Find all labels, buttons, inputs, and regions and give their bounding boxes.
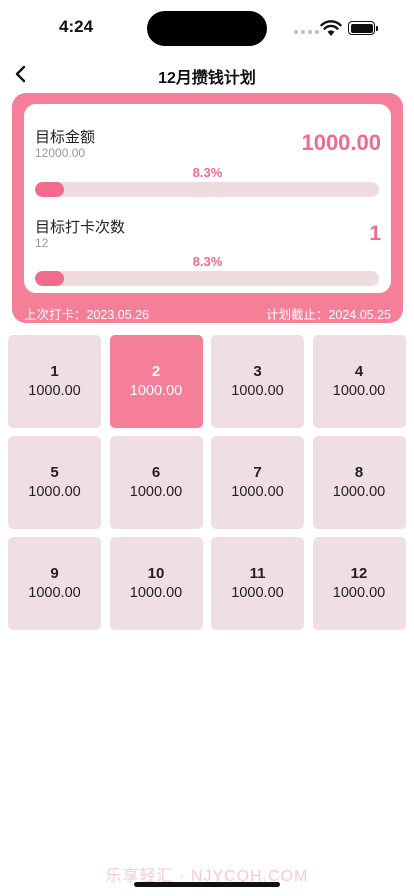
month-number: 1 <box>50 362 59 380</box>
home-indicator <box>134 882 280 887</box>
month-cell-2[interactable]: 2 1000.00 <box>109 335 203 428</box>
page-title: 12月攒钱计划 <box>158 70 256 87</box>
month-number: 3 <box>253 362 262 380</box>
count-value: 1 <box>369 222 381 245</box>
status-bar: 4:24 <box>0 0 414 56</box>
month-amount: 1000.00 <box>28 382 81 399</box>
month-amount: 1000.00 <box>332 584 386 601</box>
month-number: 11 <box>249 564 266 582</box>
status-time: 4:24 <box>59 17 94 36</box>
month-cell-6[interactable]: 6 1000.00 <box>109 436 203 529</box>
signal-icon <box>294 30 319 34</box>
month-number: 7 <box>253 463 262 481</box>
month-cell-1[interactable]: 1 1000.00 <box>8 335 101 428</box>
count-target: 12 <box>35 236 49 250</box>
amount-percent: 8.3% <box>192 165 223 180</box>
wifi-icon <box>320 20 342 36</box>
amount-label: 目标金额 <box>35 129 96 146</box>
month-cell-9[interactable]: 9 1000.00 <box>8 537 101 630</box>
month-amount: 1000.00 <box>129 382 183 399</box>
amount-progress-fill <box>35 182 64 197</box>
month-amount: 1000.00 <box>332 382 386 399</box>
month-number: 5 <box>50 463 59 481</box>
month-amount: 1000.00 <box>332 483 386 500</box>
month-number: 4 <box>354 362 364 380</box>
month-number: 9 <box>50 564 59 582</box>
month-amount: 1000.00 <box>231 584 284 601</box>
month-cell-7[interactable]: 7 1000.00 <box>211 436 304 529</box>
month-cell-3[interactable]: 3 1000.00 <box>211 335 304 428</box>
amount-target: 12000.00 <box>35 146 86 160</box>
count-progress-bar <box>35 271 379 286</box>
month-amount: 1000.00 <box>28 483 81 500</box>
battery-icon <box>348 21 378 35</box>
month-grid: 1 1000.00 2 1000.00 3 1000.00 4 1000.00 5 1000.00… <box>8 335 406 630</box>
plan-summary-inner: 目标金额 12000.00 1000.00 8.3% 目标打卡次数 12 1 8… <box>24 104 391 293</box>
plan-summary-card: 目标金额 12000.00 1000.00 8.3% 目标打卡次数 12 1 8… <box>12 93 403 323</box>
month-amount: 1000.00 <box>129 483 183 500</box>
count-label: 目标打卡次数 <box>35 219 126 236</box>
month-number: 12 <box>350 564 368 582</box>
last-checkin-date: 上次打卡：2023.05.26 <box>24 308 150 322</box>
month-cell-5[interactable]: 5 1000.00 <box>8 436 101 529</box>
count-progress-fill <box>35 271 64 286</box>
month-cell-8[interactable]: 8 1000.00 <box>312 436 406 529</box>
month-number: 10 <box>147 564 165 582</box>
month-amount: 1000.00 <box>231 483 284 500</box>
month-amount: 1000.00 <box>28 584 81 601</box>
count-percent: 8.3% <box>192 254 223 269</box>
month-cell-10[interactable]: 10 1000.00 <box>109 537 203 630</box>
month-cell-11[interactable]: 11 1000.00 <box>211 537 304 630</box>
month-number: 8 <box>354 463 364 481</box>
month-amount: 1000.00 <box>129 584 183 601</box>
plan-deadline: 计划截止：2024.05.25 <box>265 308 391 322</box>
month-cell-12[interactable]: 12 1000.00 <box>312 537 406 630</box>
month-cell-4[interactable]: 4 1000.00 <box>312 335 406 428</box>
month-amount: 1000.00 <box>231 382 284 399</box>
dynamic-island <box>147 11 267 46</box>
month-number: 2 <box>151 362 161 380</box>
amount-value: 1000.00 <box>301 130 381 155</box>
amount-progress-bar <box>35 182 379 197</box>
nav-bar: 12月攒钱计划 <box>0 56 414 92</box>
month-number: 6 <box>151 463 161 481</box>
